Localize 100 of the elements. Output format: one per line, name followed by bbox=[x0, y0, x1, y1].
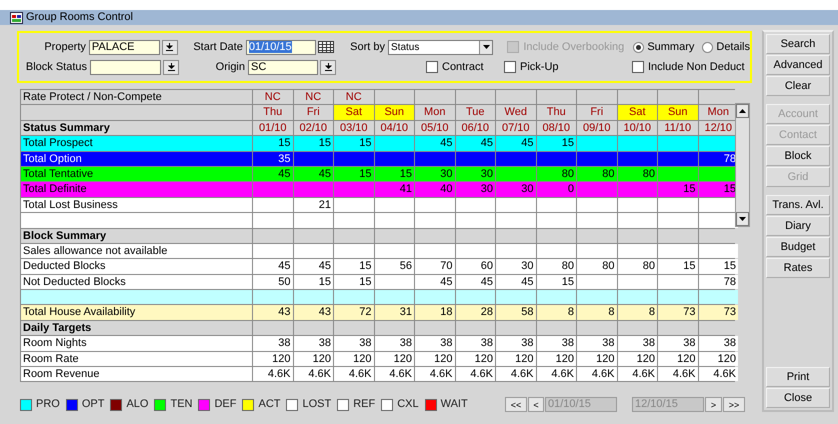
table-cell bbox=[658, 136, 698, 151]
table-cell: 120 bbox=[415, 352, 454, 366]
action-button[interactable]: Search bbox=[766, 34, 830, 54]
table-cell: 30 bbox=[496, 182, 536, 197]
nav-button[interactable]: >> bbox=[723, 397, 745, 412]
table-cell: 4.6K bbox=[577, 367, 616, 382]
window-icon bbox=[10, 12, 23, 24]
nav-button[interactable]: > bbox=[705, 397, 722, 412]
legend-label: DEF bbox=[214, 397, 236, 412]
table-cell: 30 bbox=[456, 166, 495, 182]
field-label: Property bbox=[43, 40, 87, 55]
action-button[interactable]: Trans. Avl. bbox=[766, 195, 830, 215]
action-button[interactable]: Diary bbox=[766, 216, 830, 236]
table-cell bbox=[658, 90, 698, 104]
table-cell: 8 bbox=[618, 305, 657, 320]
row-label: Sales allowance not available bbox=[21, 244, 252, 258]
table-cell: 80 bbox=[536, 166, 576, 182]
table-cell bbox=[658, 290, 698, 304]
input-field[interactable]: SC bbox=[248, 60, 318, 74]
dropdown-field[interactable]: Status bbox=[388, 40, 494, 54]
scroll-up-button[interactable] bbox=[736, 104, 749, 118]
table-cell bbox=[618, 198, 657, 212]
table-cell bbox=[456, 213, 495, 228]
radio-button[interactable] bbox=[702, 42, 714, 52]
table-cell: 15 bbox=[658, 182, 698, 197]
table-cell: 72 bbox=[334, 305, 374, 320]
table-cell bbox=[658, 166, 698, 182]
window-title: Group Rooms Control bbox=[26, 10, 133, 26]
input-field[interactable]: PALACE bbox=[88, 40, 160, 54]
dropdown-button[interactable] bbox=[162, 40, 178, 54]
checkbox[interactable] bbox=[632, 61, 644, 73]
table-cell bbox=[577, 274, 616, 290]
input-field[interactable]: 01/10/15 bbox=[246, 40, 316, 54]
table-cell bbox=[577, 228, 616, 243]
radio-button[interactable] bbox=[633, 42, 644, 52]
table-cell: 15 bbox=[294, 136, 333, 151]
calendar-icon[interactable] bbox=[318, 41, 334, 53]
nav-button[interactable]: << bbox=[505, 397, 527, 412]
table-cell bbox=[415, 244, 454, 258]
dropdown-button[interactable] bbox=[320, 60, 336, 74]
action-button[interactable]: Rates bbox=[766, 258, 830, 278]
legend-label: REF bbox=[353, 397, 376, 412]
table-cell: 18 bbox=[415, 305, 454, 320]
checkbox-label: Include Non Deduct bbox=[648, 60, 745, 75]
field-label: Block Status bbox=[24, 60, 88, 75]
table-cell: 38 bbox=[374, 336, 414, 351]
table-cell bbox=[253, 320, 292, 336]
table-cell: 4.6K bbox=[253, 367, 292, 382]
table-cell: 15 bbox=[294, 274, 333, 290]
action-button[interactable]: Block bbox=[766, 146, 830, 166]
table-cell: 15 bbox=[536, 136, 576, 151]
scroll-down-button[interactable] bbox=[736, 212, 749, 226]
checkbox[interactable] bbox=[426, 61, 438, 73]
table-cell bbox=[698, 290, 738, 304]
table-header: NC bbox=[334, 90, 374, 104]
scrollbar[interactable] bbox=[735, 103, 750, 227]
table-cell: 0 bbox=[536, 182, 576, 197]
table-cell bbox=[658, 198, 698, 212]
table-cell: 4.6K bbox=[496, 367, 536, 382]
table-cell bbox=[658, 228, 698, 243]
table-cell bbox=[698, 166, 738, 182]
row-label: Total Tentative bbox=[21, 166, 252, 182]
legend-label: TEN bbox=[170, 397, 192, 412]
action-button[interactable]: Budget bbox=[766, 237, 830, 257]
table-cell: 80 bbox=[618, 259, 657, 274]
table-header: Thu bbox=[536, 105, 576, 120]
action-button[interactable]: Print bbox=[766, 367, 830, 387]
table-cell bbox=[658, 274, 698, 290]
table-cell bbox=[334, 290, 374, 304]
nav-button[interactable]: < bbox=[528, 397, 544, 412]
action-button[interactable]: Clear bbox=[766, 76, 830, 96]
table-cell bbox=[577, 244, 616, 258]
table-cell: 45 bbox=[496, 136, 536, 151]
table-cell bbox=[456, 228, 495, 243]
table-cell bbox=[618, 90, 657, 104]
table-cell bbox=[415, 320, 454, 336]
checkbox-label: Pick-Up bbox=[520, 60, 559, 75]
legend-label: CXL bbox=[397, 397, 419, 412]
table-cell bbox=[496, 198, 536, 212]
table-cell bbox=[294, 213, 333, 228]
action-button[interactable]: Close bbox=[766, 388, 830, 408]
table-cell: 120 bbox=[334, 352, 374, 366]
table-header: NC bbox=[253, 90, 292, 104]
table-cell: 45 bbox=[253, 166, 292, 182]
table-cell bbox=[618, 152, 657, 166]
table-cell: 30 bbox=[415, 166, 454, 182]
table-cell: 38 bbox=[415, 336, 454, 351]
table-cell: 78 bbox=[698, 274, 738, 290]
table-cell: 120 bbox=[536, 352, 576, 366]
action-button[interactable]: Advanced bbox=[766, 55, 830, 75]
table-cell: 45 bbox=[456, 274, 495, 290]
checkbox[interactable] bbox=[504, 61, 516, 73]
input-field[interactable] bbox=[90, 60, 161, 74]
table-cell bbox=[577, 136, 616, 151]
table-header: Thu bbox=[253, 105, 292, 120]
table-cell bbox=[374, 198, 414, 212]
table-cell: 78 bbox=[698, 152, 738, 166]
table-cell bbox=[456, 290, 495, 304]
table-cell bbox=[374, 274, 414, 290]
dropdown-button[interactable] bbox=[163, 60, 179, 74]
